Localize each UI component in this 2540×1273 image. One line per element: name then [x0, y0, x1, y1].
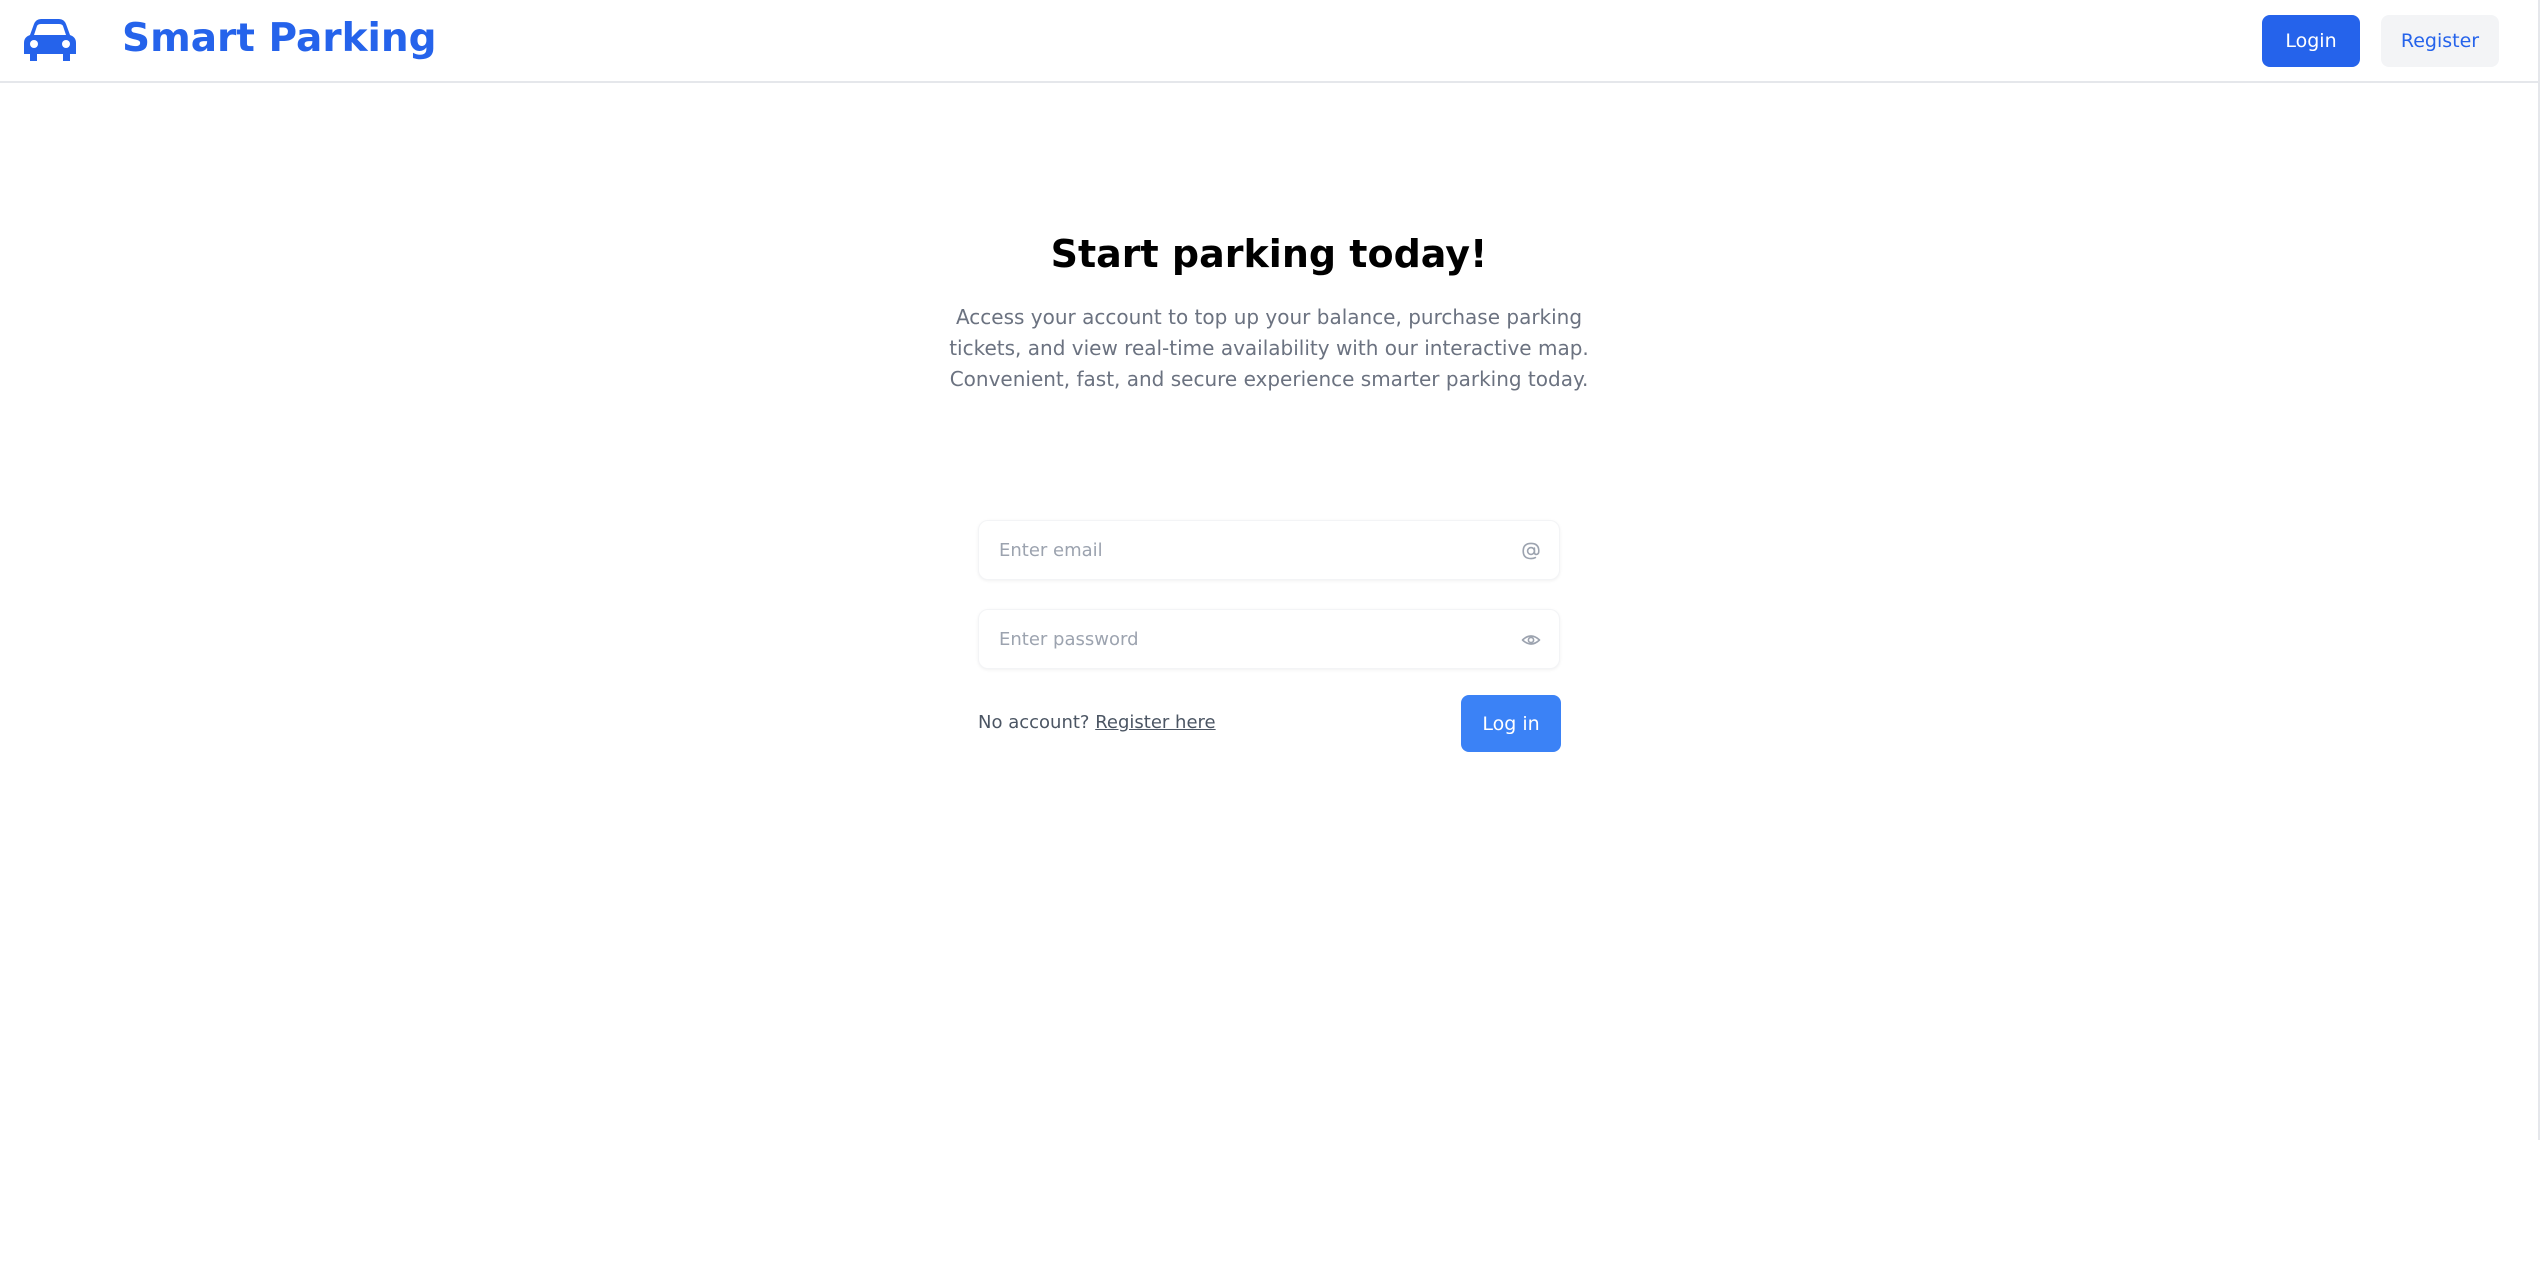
top-navbar: Smart Parking Login Register: [0, 0, 2538, 83]
page-title: Start parking today!: [1050, 232, 1488, 276]
car-icon: [24, 19, 76, 61]
email-input[interactable]: [999, 521, 1499, 579]
register-here-link[interactable]: Register here: [1095, 712, 1215, 733]
login-button[interactable]: Login: [2262, 15, 2360, 67]
email-field-wrapper: [978, 520, 1560, 580]
register-button[interactable]: Register: [2381, 15, 2499, 67]
at-sign-icon: [1522, 542, 1540, 560]
password-field-wrapper: [978, 609, 1560, 669]
eye-icon[interactable]: [1521, 630, 1541, 650]
brand-title[interactable]: Smart Parking: [122, 16, 437, 61]
no-account-text: No account?: [978, 712, 1090, 733]
page-description: Access your account to top up your balan…: [949, 305, 1589, 391]
login-submit-button[interactable]: Log in: [1461, 695, 1561, 752]
register-prompt: No account? Register here: [978, 712, 1216, 733]
password-input[interactable]: [999, 610, 1499, 668]
